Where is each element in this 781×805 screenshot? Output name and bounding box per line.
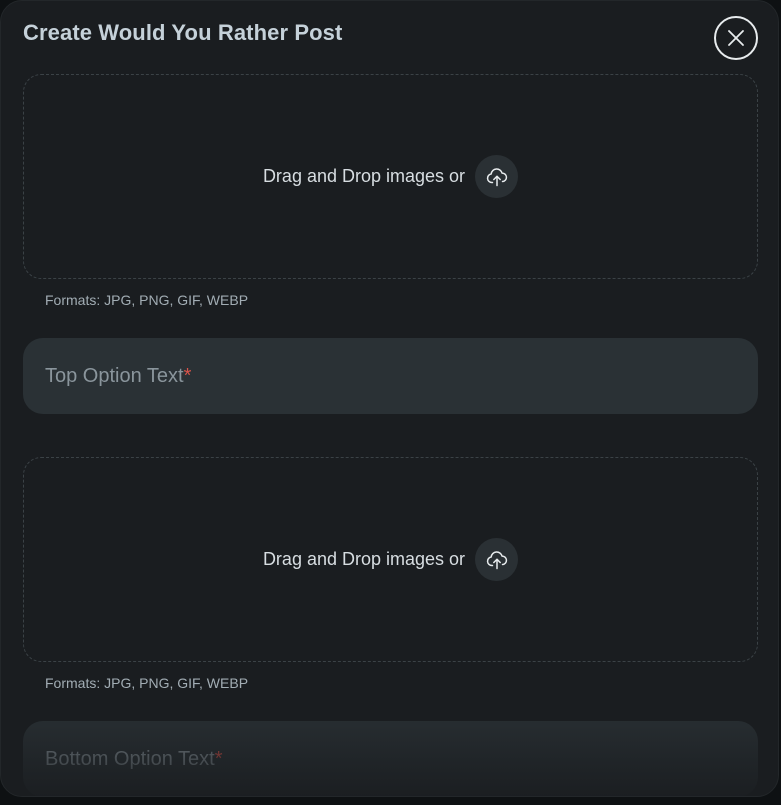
modal-title: Create Would You Rather Post [23, 20, 343, 45]
top-image-dropzone[interactable]: Drag and Drop images or [23, 74, 758, 279]
bottom-formats-hint: Formats: JPG, PNG, GIF, WEBP [45, 675, 249, 691]
bottom-option-placeholder: Bottom Option Text [45, 747, 215, 770]
create-post-modal: Create Would You Rather Post Drag and Dr… [0, 0, 779, 797]
top-dropzone-label: Drag and Drop images or [262, 166, 466, 186]
bottom-image-dropzone[interactable]: Drag and Drop images or [23, 457, 758, 662]
bottom-upload-button[interactable] [475, 538, 519, 581]
cloud-upload-icon [486, 550, 507, 569]
top-upload-button[interactable] [475, 155, 519, 198]
top-formats-hint: Formats: JPG, PNG, GIF, WEBP [45, 292, 249, 308]
top-option-input[interactable]: Top Option Text * [23, 338, 758, 414]
close-icon [728, 30, 744, 46]
cloud-upload-icon [486, 167, 507, 186]
bottom-option-input[interactable]: Bottom Option Text * [23, 721, 758, 796]
close-button[interactable] [714, 16, 758, 60]
required-marker: * [214, 747, 223, 770]
bottom-dropzone-label: Drag and Drop images or [262, 549, 466, 569]
top-option-placeholder: Top Option Text [45, 364, 184, 387]
required-marker: * [183, 364, 192, 387]
